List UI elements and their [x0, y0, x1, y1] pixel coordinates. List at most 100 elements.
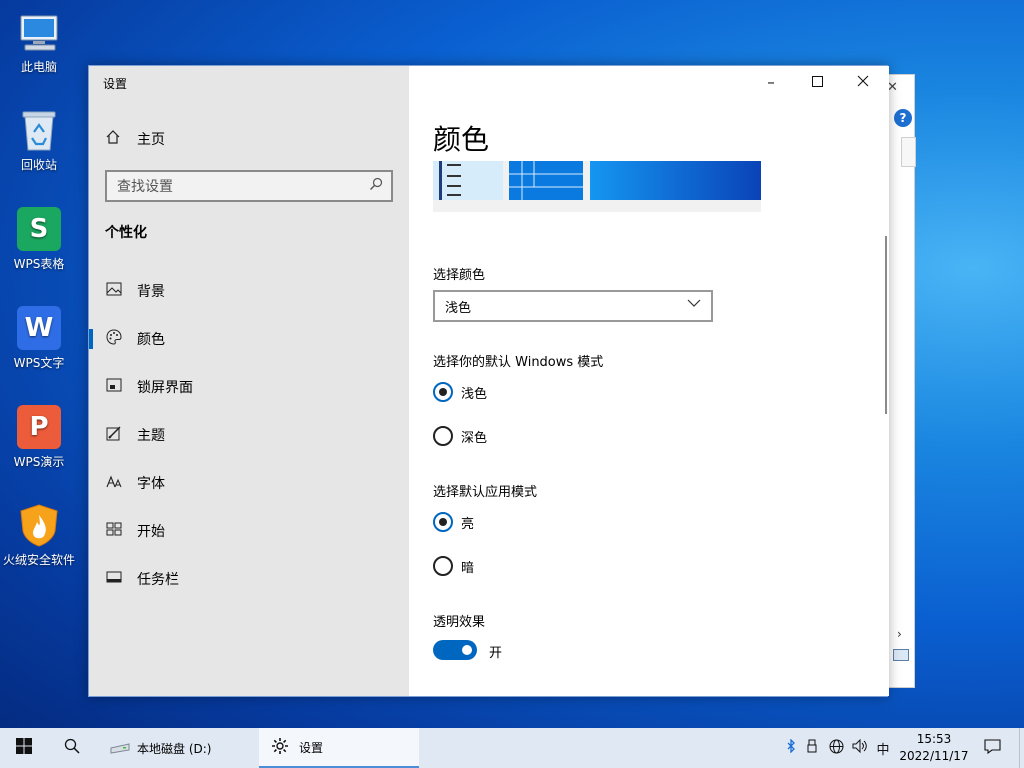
desktop-icon-label: WPS演示 [13, 455, 65, 469]
desktop-icon-this-pc[interactable]: 此电脑 [1, 10, 77, 75]
maximize-icon [811, 73, 823, 91]
lockscreen-icon [105, 378, 123, 396]
clock-time: 15:53 [916, 732, 952, 746]
input-method-indicator[interactable]: 中 [872, 739, 894, 758]
taskbar-icon [105, 571, 123, 587]
huorong-shield-icon [17, 503, 61, 547]
search-input[interactable]: 查找设置 [105, 170, 393, 202]
nav-item-start[interactable]: 开始 [89, 513, 409, 549]
radio-label: 浅色 [461, 386, 488, 402]
notification-button[interactable] [974, 728, 1010, 768]
desktop-icon-wps-presentation[interactable]: P WPS演示 [1, 405, 77, 470]
wps-presentation-icon: P [17, 405, 61, 449]
settings-sidebar: 设置 主页 查找设置 个性化 背景 颜色 锁屏界面 主题 字体 开始 任务栏 [89, 66, 409, 696]
radio-label: 暗 [461, 560, 475, 576]
app-mode-dark-radio[interactable]: 暗 [433, 556, 474, 576]
close-icon [857, 73, 869, 91]
desktop-icon-label: 此电脑 [20, 60, 57, 74]
windows-mode-light-radio[interactable]: 浅色 [433, 382, 487, 402]
search-button[interactable] [48, 728, 96, 768]
scrollbar[interactable] [885, 236, 887, 414]
wps-sheets-icon: S [17, 207, 61, 251]
windows-mode-label: 选择你的默认 Windows 模式 [433, 355, 604, 370]
minimize-icon: – [767, 73, 775, 91]
nav-item-colors[interactable]: 颜色 [89, 321, 409, 357]
maximize-button[interactable] [794, 70, 840, 94]
desktop-icon-recycle-bin[interactable]: 回收站 [1, 108, 77, 173]
search-icon [64, 738, 80, 758]
bluetooth-icon[interactable] [782, 738, 800, 757]
volume-icon[interactable] [848, 738, 872, 757]
notification-icon [983, 738, 1001, 758]
section-title: 个性化 [105, 225, 147, 241]
desktop-icon-wps-writer[interactable]: W WPS文字 [1, 306, 77, 371]
scroll-right-icon[interactable]: › [897, 627, 902, 641]
nav-item-label: 颜色 [137, 332, 165, 348]
toggle-state-label: 开 [489, 646, 503, 661]
dropdown-value: 浅色 [445, 300, 472, 316]
nav-item-label: 主题 [137, 428, 165, 444]
desktop-icon-label: WPS表格 [13, 257, 65, 271]
nav-item-label: 背景 [137, 284, 165, 300]
taskbar-app-settings[interactable]: 设置 [259, 728, 419, 768]
recycle-bin-icon [17, 108, 61, 152]
nav-home[interactable]: 主页 [89, 124, 409, 154]
window-title: 设置 [103, 77, 128, 91]
app-mode-light-radio[interactable]: 亮 [433, 512, 474, 532]
start-button[interactable] [0, 728, 48, 768]
computer-icon [17, 10, 61, 54]
desktop-icon-label: 火绒安全软件 [2, 553, 75, 567]
desktop-icon-wps-sheets[interactable]: S WPS表格 [1, 207, 77, 272]
taskbar: 本地磁盘 (D:) 设置 中 15:53 2022/11/17 [0, 728, 1024, 768]
minimize-button[interactable]: – [748, 70, 794, 94]
color-mode-dropdown[interactable]: 浅色 [433, 290, 713, 322]
settings-window: 设置 主页 查找设置 个性化 背景 颜色 锁屏界面 主题 字体 开始 任务栏 –… [88, 65, 889, 697]
view-icon[interactable] [893, 649, 909, 661]
choose-color-label: 选择颜色 [433, 268, 486, 283]
nav-item-fonts[interactable]: 字体 [89, 465, 409, 501]
windows-logo-icon [16, 738, 32, 758]
drive-icon [109, 740, 131, 757]
system-tray: 中 [782, 728, 894, 768]
taskbar-app-label: 本地磁盘 (D:) [137, 741, 212, 756]
settings-content: – 颜色 选择颜色 浅色 选择你的默认 Windows 模式 浅色 深色 选择默… [409, 66, 889, 696]
radio-unselected-icon [433, 556, 453, 576]
nav-item-label: 字体 [137, 476, 165, 492]
nav-item-background[interactable]: 背景 [89, 273, 409, 309]
radio-unselected-icon [433, 426, 453, 446]
taskbar-app-label: 设置 [299, 740, 324, 755]
home-icon [105, 129, 123, 149]
nav-item-label: 任务栏 [137, 572, 179, 588]
search-icon [369, 177, 383, 195]
radio-selected-icon [433, 512, 453, 532]
wps-writer-icon: W [17, 306, 61, 350]
desktop-icon-label: 回收站 [20, 158, 57, 172]
windows-mode-dark-radio[interactable]: 深色 [433, 426, 487, 446]
help-icon[interactable]: ? [894, 109, 912, 127]
nav-item-label: 锁屏界面 [137, 380, 193, 396]
font-icon [105, 475, 123, 492]
page-title: 颜色 [433, 123, 490, 156]
transparency-toggle[interactable] [433, 640, 477, 660]
network-globe-icon[interactable] [824, 739, 848, 758]
nav-item-label: 开始 [137, 524, 165, 540]
clock-date: 2022/11/17 [899, 749, 969, 763]
desktop-icon-label: WPS文字 [13, 356, 65, 370]
taskbar-app-local-disk[interactable]: 本地磁盘 (D:) [101, 728, 255, 768]
show-desktop-button[interactable] [1019, 728, 1024, 768]
nav-item-lockscreen[interactable]: 锁屏界面 [89, 369, 409, 405]
toolbar-button[interactable] [901, 137, 916, 167]
chevron-down-icon [687, 297, 701, 311]
nav-home-label: 主页 [137, 132, 165, 148]
clock[interactable]: 15:53 2022/11/17 [896, 731, 972, 765]
transparency-label: 透明效果 [433, 615, 486, 630]
theme-icon [105, 425, 123, 445]
radio-label: 亮 [461, 516, 475, 532]
close-button[interactable] [840, 70, 886, 94]
nav-item-themes[interactable]: 主题 [89, 417, 409, 453]
radio-selected-icon [433, 382, 453, 402]
nav-item-taskbar[interactable]: 任务栏 [89, 561, 409, 597]
color-preview [433, 161, 761, 212]
desktop-icon-huorong[interactable]: 火绒安全软件 [1, 503, 77, 568]
usb-device-icon[interactable] [800, 739, 824, 757]
